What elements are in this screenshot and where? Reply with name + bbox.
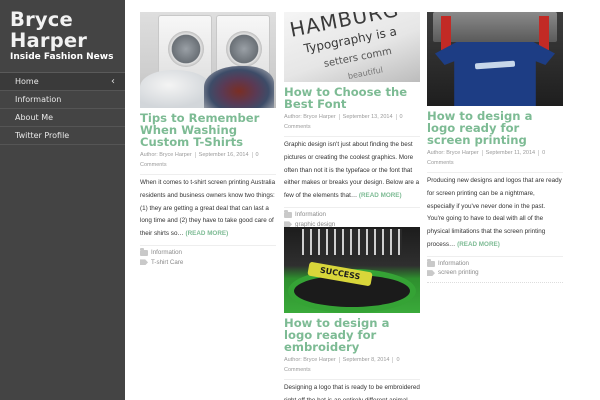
tag-link[interactable]: T-shirt Care <box>151 258 183 268</box>
post-taxonomy: Information graphic design <box>284 206 420 229</box>
read-more-link[interactable]: (READ MORE) <box>359 192 402 199</box>
post-author[interactable]: Author: Bryce Harper <box>427 150 479 156</box>
tag-icon <box>140 259 148 266</box>
excerpt-text: Designing a logo that is ready to be emb… <box>284 384 420 400</box>
nav-item-label: Information <box>15 95 62 104</box>
post-card: How to design a logo ready for screen pr… <box>427 12 563 283</box>
site-title[interactable]: Bryce Harper <box>10 9 120 51</box>
category-link[interactable]: Information <box>151 248 182 258</box>
post-excerpt: When it comes to t-shirt screen printing… <box>140 174 276 241</box>
read-more-link[interactable]: (READ MORE) <box>457 241 500 248</box>
post-excerpt: Graphic design isn't just about finding … <box>284 136 420 203</box>
nav-item-about-me[interactable]: About Me <box>0 109 125 127</box>
post-title[interactable]: Tips to Remember When Washing Custom T-S… <box>140 112 276 148</box>
nav-item-label: Home <box>15 77 39 86</box>
post-meta: Author: Bryce Harper September 11, 2014 0 … <box>427 149 563 168</box>
site-tagline: Inside Fashion News <box>10 52 114 62</box>
post-divider <box>427 281 563 283</box>
chevron-left-icon: ‹ <box>111 76 115 87</box>
tag-link[interactable]: screen printing <box>438 268 479 278</box>
post-author[interactable]: Author: Bryce Harper <box>284 114 336 120</box>
folder-icon <box>140 248 148 256</box>
nav-item-home[interactable]: Home ‹ <box>0 73 125 91</box>
laundry-pile <box>204 66 274 108</box>
tag-icon <box>427 270 435 277</box>
post-thumbnail[interactable]: HAMBURG Typography is a setters comm bea… <box>284 12 420 82</box>
post-card: HAMBURG Typography is a setters comm bea… <box>284 12 420 229</box>
shirt-image-part <box>435 42 555 106</box>
main-nav: Home ‹ Information About Me Twitter Prof… <box>0 72 125 145</box>
post-meta: Author: Bryce Harper September 13, 2014 0 … <box>284 113 420 132</box>
post-date[interactable]: September 16, 2014 <box>199 152 249 158</box>
post-excerpt: Producing new designs and logos that are… <box>427 172 563 252</box>
post-title[interactable]: How to design a logo ready for screen pr… <box>427 110 563 146</box>
folder-icon <box>427 259 435 267</box>
post-card: SUCCESS How to design a logo ready for e… <box>284 227 420 400</box>
post-meta: Author: Bryce Harper September 8, 2014 0 C… <box>284 356 420 375</box>
machine-image-part <box>302 229 402 255</box>
press-image-part <box>441 16 451 50</box>
post-author[interactable]: Author: Bryce Harper <box>140 152 192 158</box>
nav-item-information[interactable]: Information <box>0 91 125 109</box>
post-excerpt: Designing a logo that is ready to be emb… <box>284 379 420 400</box>
category-link[interactable]: Information <box>295 210 326 220</box>
excerpt-text: Graphic design isn't just about finding … <box>284 141 420 200</box>
nav-item-twitter-profile[interactable]: Twitter Profile <box>0 127 125 145</box>
laundry-pile <box>140 70 212 108</box>
post-author[interactable]: Author: Bryce Harper <box>284 357 336 363</box>
post-thumbnail[interactable] <box>140 12 276 108</box>
press-image-part <box>539 16 549 50</box>
post-title[interactable]: How to design a logo ready for embroider… <box>284 317 420 353</box>
post-date[interactable]: September 13, 2014 <box>343 114 393 120</box>
sidebar: Bryce Harper Inside Fashion News Home ‹ … <box>0 0 125 400</box>
image-text: beautiful <box>347 65 384 81</box>
nav-item-label: Twitter Profile <box>15 131 70 140</box>
post-thumbnail[interactable] <box>427 12 563 106</box>
post-taxonomy: Information screen printing <box>427 255 563 278</box>
excerpt-text: When it comes to t-shirt screen printing… <box>140 179 276 238</box>
nav-item-label: About Me <box>15 113 54 122</box>
post-meta: Author: Bryce Harper September 16, 2014 0 … <box>140 151 276 170</box>
post-date[interactable]: September 11, 2014 <box>486 150 535 156</box>
post-thumbnail[interactable]: SUCCESS <box>284 227 420 313</box>
category-link[interactable]: Information <box>438 259 469 269</box>
post-taxonomy: Information T-shirt Care <box>140 244 276 268</box>
post-card: Tips to Remember When Washing Custom T-S… <box>140 12 276 267</box>
post-date[interactable]: September 8, 2014 <box>343 357 390 363</box>
post-title[interactable]: How to Choose the Best Font <box>284 86 420 110</box>
excerpt-text: Producing new designs and logos that are… <box>427 177 562 248</box>
folder-icon <box>284 210 292 218</box>
read-more-link[interactable]: (READ MORE) <box>186 230 229 237</box>
